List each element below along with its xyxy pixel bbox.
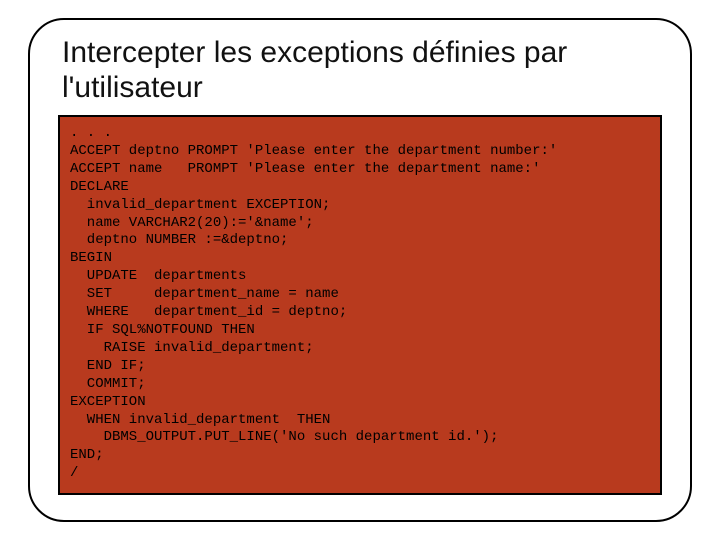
slide-frame: Intercepter les exceptions définies par … xyxy=(28,18,692,522)
slide: Intercepter les exceptions définies par … xyxy=(0,0,720,540)
code-panel: . . . ACCEPT deptno PROMPT 'Please enter… xyxy=(58,115,662,495)
code-block: . . . ACCEPT deptno PROMPT 'Please enter… xyxy=(70,125,650,483)
slide-title: Intercepter les exceptions définies par … xyxy=(62,36,662,105)
